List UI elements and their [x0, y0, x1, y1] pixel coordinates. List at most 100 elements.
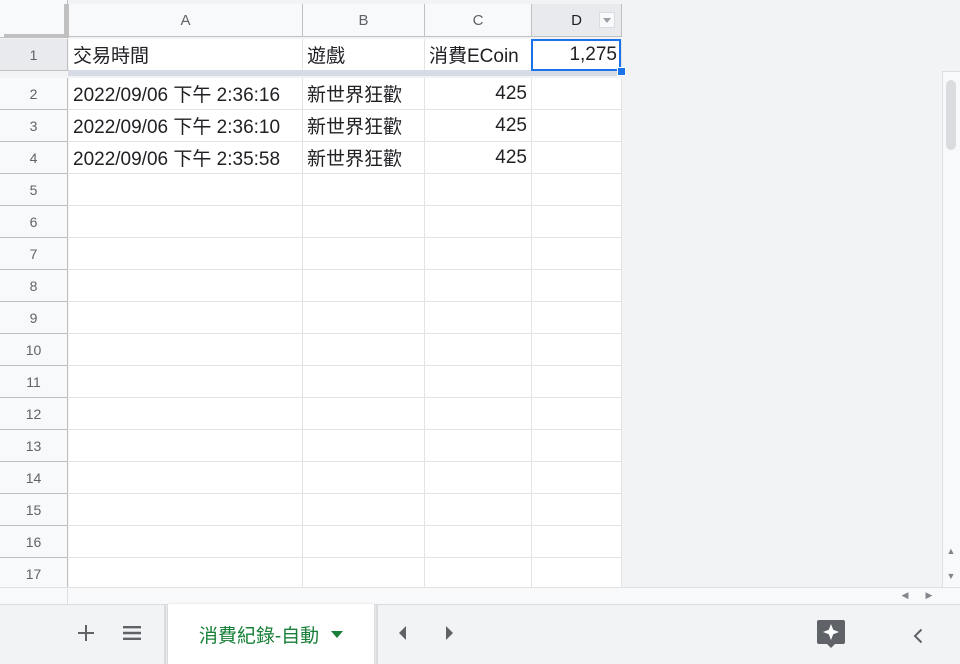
cell-b14[interactable]	[303, 462, 425, 494]
cell-c14[interactable]	[425, 462, 532, 494]
row-header-8[interactable]: 8	[0, 270, 68, 302]
cell-c9[interactable]	[425, 302, 532, 334]
row-header-13[interactable]: 13	[0, 430, 68, 462]
cell-c2[interactable]: 425	[425, 78, 532, 110]
row-header-7[interactable]: 7	[0, 238, 68, 270]
cell-d9[interactable]	[532, 302, 622, 334]
cell-b9[interactable]	[303, 302, 425, 334]
caret-down-icon[interactable]	[331, 630, 344, 638]
cell-c10[interactable]	[425, 334, 532, 366]
cell-b12[interactable]	[303, 398, 425, 430]
cell-b8[interactable]	[303, 270, 425, 302]
cell-a6[interactable]	[69, 206, 303, 238]
cell-c3[interactable]: 425	[425, 110, 532, 142]
row-freeze-handle[interactable]	[4, 34, 68, 38]
cell-b3[interactable]: 新世界狂歡	[303, 110, 425, 142]
scroll-tabs-left-button[interactable]	[390, 620, 416, 646]
row-header-3[interactable]: 3	[0, 110, 68, 142]
cell-a8[interactable]	[69, 270, 303, 302]
cell-b17[interactable]	[303, 558, 425, 587]
cell-d17[interactable]	[532, 558, 622, 587]
cell-d6[interactable]	[532, 206, 622, 238]
cell-a14[interactable]	[69, 462, 303, 494]
cell-a1[interactable]: 交易時間	[69, 39, 303, 71]
row-header-17[interactable]: 17	[0, 558, 68, 587]
cell-b10[interactable]	[303, 334, 425, 366]
cell-c13[interactable]	[425, 430, 532, 462]
cell-c7[interactable]	[425, 238, 532, 270]
cell-b13[interactable]	[303, 430, 425, 462]
cell-a4[interactable]: 2022/09/06 下午 2:35:58	[69, 142, 303, 174]
row-header-14[interactable]: 14	[0, 462, 68, 494]
all-sheets-button[interactable]	[116, 617, 148, 649]
scroll-left-arrow-icon[interactable]: ◀	[896, 588, 914, 603]
cell-d16[interactable]	[532, 526, 622, 558]
cell-a3[interactable]: 2022/09/06 下午 2:36:10	[69, 110, 303, 142]
cell-d5[interactable]	[532, 174, 622, 206]
cell-b15[interactable]	[303, 494, 425, 526]
column-header-b[interactable]: B	[303, 4, 425, 37]
row-header-6[interactable]: 6	[0, 206, 68, 238]
cell-c12[interactable]	[425, 398, 532, 430]
row-header-9[interactable]: 9	[0, 302, 68, 334]
cell-b16[interactable]	[303, 526, 425, 558]
scroll-down-arrow-icon[interactable]: ▼	[942, 568, 960, 584]
cell-a7[interactable]	[69, 238, 303, 270]
scroll-tabs-right-button[interactable]	[436, 620, 462, 646]
row-header-2[interactable]: 2	[0, 78, 68, 110]
column-header-d[interactable]: D	[532, 4, 622, 37]
vertical-scrollbar-thumb[interactable]	[946, 80, 956, 150]
cell-a13[interactable]	[69, 430, 303, 462]
scroll-up-arrow-icon[interactable]: ▲	[942, 543, 960, 559]
cell-b4[interactable]: 新世界狂歡	[303, 142, 425, 174]
row-header-4[interactable]: 4	[0, 142, 68, 174]
row-header-12[interactable]: 12	[0, 398, 68, 430]
sheet-tab-active[interactable]: 消費紀錄-自動	[168, 604, 374, 664]
cell-a15[interactable]	[69, 494, 303, 526]
select-all-corner[interactable]	[0, 0, 68, 38]
collapse-side-panel-button[interactable]	[906, 624, 930, 648]
cell-d11[interactable]	[532, 366, 622, 398]
cell-c8[interactable]	[425, 270, 532, 302]
row-header-16[interactable]: 16	[0, 526, 68, 558]
cell-d7[interactable]	[532, 238, 622, 270]
cell-b6[interactable]	[303, 206, 425, 238]
cell-d4[interactable]	[532, 142, 622, 174]
add-sheet-button[interactable]	[70, 617, 102, 649]
cell-d14[interactable]	[532, 462, 622, 494]
cell-c11[interactable]	[425, 366, 532, 398]
cell-c4[interactable]: 425	[425, 142, 532, 174]
cell-b2[interactable]: 新世界狂歡	[303, 78, 425, 110]
fill-handle[interactable]	[617, 67, 626, 76]
scroll-right-arrow-icon[interactable]: ▶	[920, 588, 938, 603]
cell-d8[interactable]	[532, 270, 622, 302]
horizontal-scrollbar[interactable]	[68, 587, 960, 604]
column-header-a[interactable]: A	[69, 4, 303, 37]
cell-c1[interactable]: 消費ECoin	[425, 39, 532, 71]
cell-c6[interactable]	[425, 206, 532, 238]
cell-c15[interactable]	[425, 494, 532, 526]
column-menu-dropdown-icon[interactable]	[599, 12, 615, 28]
cell-b5[interactable]	[303, 174, 425, 206]
cell-c17[interactable]	[425, 558, 532, 587]
row-header-11[interactable]: 11	[0, 366, 68, 398]
cell-b1[interactable]: 遊戲	[303, 39, 425, 71]
cell-a17[interactable]	[69, 558, 303, 587]
cell-a9[interactable]	[69, 302, 303, 334]
row-header-5[interactable]: 5	[0, 174, 68, 206]
cell-d3[interactable]	[532, 110, 622, 142]
cell-c16[interactable]	[425, 526, 532, 558]
cell-d10[interactable]	[532, 334, 622, 366]
cell-b7[interactable]	[303, 238, 425, 270]
cell-a2[interactable]: 2022/09/06 下午 2:36:16	[69, 78, 303, 110]
row-header-10[interactable]: 10	[0, 334, 68, 366]
row-header-1[interactable]: 1	[0, 39, 68, 71]
cell-b11[interactable]	[303, 366, 425, 398]
cell-a11[interactable]	[69, 366, 303, 398]
cell-a16[interactable]	[69, 526, 303, 558]
cell-d2[interactable]	[532, 78, 622, 110]
cell-a10[interactable]	[69, 334, 303, 366]
cell-a12[interactable]	[69, 398, 303, 430]
column-header-c[interactable]: C	[425, 4, 532, 37]
cell-a5[interactable]	[69, 174, 303, 206]
